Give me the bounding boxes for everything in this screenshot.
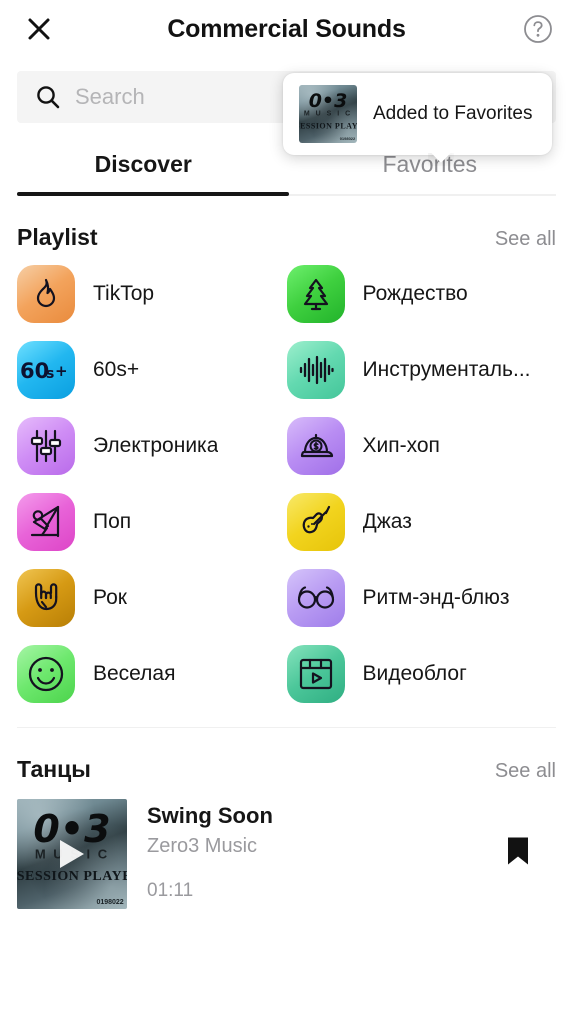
tab-discover[interactable]: Discover [0,151,287,196]
equalizer-icon[interactable] [17,417,75,475]
play-icon[interactable] [60,840,84,868]
song-album-art[interactable]: 0•3 M U S I C LA SESSION PLAYERS 0198022 [17,799,127,909]
playlist-item[interactable]: Поп [17,493,287,551]
flame-icon[interactable] [17,265,75,323]
playlist-item[interactable]: Веселая [17,645,287,703]
bookmark-filled-icon [508,837,528,865]
playlist-item-label: Джаз [362,510,412,533]
playlist-item[interactable]: Инструменталь... [286,341,557,399]
help-button[interactable] [521,12,555,46]
playlist-item[interactable]: Рок [17,569,287,627]
fir-tree-icon[interactable] [286,265,345,323]
playlist-item[interactable]: Видеоблог [286,645,557,703]
commercial-sounds-screen: Commercial Sounds Search 0•3 M U S I C L… [0,0,573,1024]
album-art-line3: LA SESSION PLAYERS [17,869,127,885]
song-list-item[interactable]: 0•3 M U S I C LA SESSION PLAYERS 0198022… [0,783,573,909]
bookmark-button[interactable] [498,829,538,873]
dance-title: Танцы [17,756,91,782]
search-icon [37,86,60,109]
playlist-item-label: Веселая [93,662,176,685]
video-clip-icon[interactable] [286,645,345,703]
close-icon [28,18,50,40]
question-circle-icon [524,15,552,43]
album-art-code: 0198022 [339,136,356,142]
album-art-code: 0198022 [96,898,124,906]
smiley-icon[interactable] [17,645,75,703]
playlist-see-all-link[interactable]: See all [495,228,556,251]
song-duration: 01:11 [147,880,194,901]
close-button[interactable] [22,12,56,46]
glasses-icon[interactable] [286,569,345,627]
waveform-icon[interactable] [286,341,345,399]
playlist-item-label: Видеоблог [362,662,467,685]
tab-bar: Discover Favorites [0,151,573,196]
playlist-item-label: Инструменталь... [362,358,531,381]
toast-thumbnail: 0•3 M U S I C LA SESSION PLAYERS 0198022 [299,85,357,143]
song-metadata: Swing Soon Zero3 Music 01:11 [147,799,478,902]
dance-see-all-link[interactable]: See all [495,760,556,783]
playlist-item[interactable]: Ритм-энд-блюз [286,569,557,627]
playlist-item-label: Электроника [93,434,219,457]
song-title: Swing Soon [147,803,273,828]
60s-plus-icon[interactable]: 60 s + [17,341,75,399]
playlist-item-label: Ритм-энд-блюз [362,586,510,609]
svg-text:60: 60 [20,359,49,383]
playlist-grid: TikTop Рождество 60 s +60s+ Инструменталь... Э… [0,251,573,703]
album-art-line1: 0•3 [308,89,348,112]
cap-dollar-icon[interactable] [286,417,345,475]
search-input[interactable]: Search [75,84,145,110]
playlist-item[interactable]: TikTop [17,265,287,323]
tab-active-indicator [17,192,289,196]
playlist-item[interactable]: 60 s +60s+ [17,341,287,399]
album-art-line2: M U S I C [303,110,353,118]
playlist-item[interactable]: Электроника [17,417,287,475]
toast-message: Added to Favorites [373,103,533,124]
playlist-item-label: TikTop [93,282,155,305]
playlist-item[interactable]: Хип-хоп [286,417,557,475]
playlist-item-label: Поп [93,510,132,533]
header-bar: Commercial Sounds [0,0,573,58]
violin-icon[interactable] [286,493,345,551]
playlist-item-label: 60s+ [93,358,140,381]
playlist-item[interactable]: Джаз [286,493,557,551]
album-art-line3: LA SESSION PLAYERS [299,121,357,131]
playlist-item[interactable]: Рождество [286,265,557,323]
svg-text:+: + [55,362,68,380]
playlist-item-label: Рождество [362,282,468,305]
microphone-icon[interactable] [17,493,75,551]
added-to-favorites-toast: 0•3 M U S I C LA SESSION PLAYERS 0198022… [283,73,553,155]
playlist-title: Playlist [17,224,98,250]
svg-text:s: s [46,366,54,382]
dance-section-header: Танцы See all [0,728,573,783]
toast-pointer [428,153,454,166]
rock-hand-icon[interactable] [17,569,75,627]
page-title: Commercial Sounds [167,14,406,43]
playlist-section-header: Playlist See all [0,196,573,251]
song-artist: Zero3 Music [147,835,258,857]
playlist-item-label: Хип-хоп [362,434,440,457]
playlist-item-label: Рок [93,586,127,609]
